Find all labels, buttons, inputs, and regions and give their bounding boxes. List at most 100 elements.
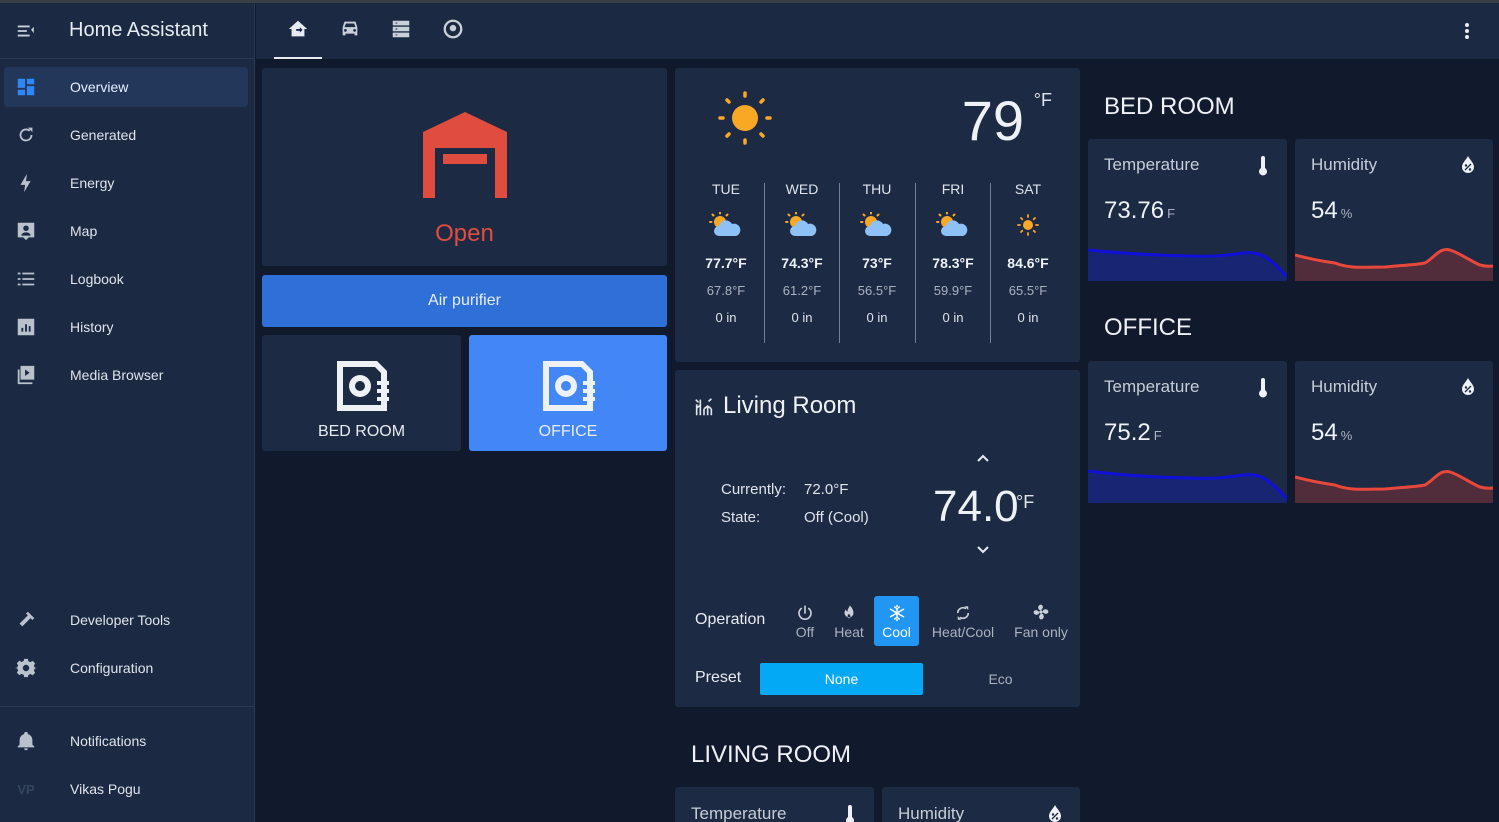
section-title-living-room: LIVING ROOM [691,741,852,768]
chart-box-icon [4,316,48,338]
office-temperature-card[interactable]: Temperature 75.2 F [1088,361,1287,503]
bed-room-temperature-card[interactable]: Temperature 73.76 F [1088,139,1287,281]
sensor-value: 54% [1311,419,1353,446]
purifier-office-card[interactable]: OFFICE [469,335,667,451]
sidebar-item-label: Configuration [70,660,154,676]
sunny-icon [990,205,1066,245]
robot-vacuum-icon [442,18,464,45]
sidebar-item-notifications[interactable]: Notifications [4,721,248,761]
purifier-name: OFFICE [538,423,598,440]
garage-state: Open [435,220,494,247]
preset-eco-button[interactable]: Eco [919,663,1082,695]
state-value: Off (Cool) [804,509,869,526]
gear-icon [4,657,48,679]
media-play-icon [4,364,48,386]
sidebar-item-user[interactable]: VP Vikas Pogu [4,769,248,809]
forecast-day: WED 74.3°F 61.2°F 0 in [764,181,840,325]
sensor-value: 54% [1311,197,1353,224]
tab-robot-vacuum[interactable] [427,3,479,59]
operation-label: Operation [695,611,766,628]
section-title-office: OFFICE [1104,314,1192,341]
server-icon [390,18,412,45]
sidebar-item-logbook[interactable]: Logbook [4,259,248,299]
menu-collapse-icon[interactable] [0,3,52,59]
sidebar-item-label: History [70,319,114,335]
office-humidity-card[interactable]: Humidity 54% [1295,361,1493,503]
weather-card[interactable]: 79 °F TUE 77.7°F 67.8°F 0 in WED 74.3°F … [675,68,1080,362]
thermostat-title: Living Room [723,392,857,419]
currently-value: 72.0°F [804,481,849,498]
operation-heat-cool-button[interactable]: Heat/Cool [926,596,1000,646]
humidity-history-graph [1295,469,1493,503]
user-name: Vikas Pogu [70,781,141,797]
sidebar-item-developer-tools[interactable]: Developer Tools [4,600,248,640]
operation-fan-only-button[interactable]: Fan only [1011,596,1071,646]
forecast-day: FRI 78.3°F 59.9°F 0 in [915,181,991,325]
autorenew-icon [926,596,1000,622]
refresh-icon [4,124,48,146]
dots-vertical-icon[interactable] [1455,19,1479,43]
temperature-history-graph [1088,248,1287,281]
chevron-up-icon[interactable] [975,450,991,471]
operation-heat-button[interactable]: Heat [829,596,869,646]
thermometer-icon [1257,156,1269,181]
living-room-temperature-card[interactable]: Temperature [675,787,874,822]
sidebar-item-history[interactable]: History [4,307,248,347]
avatar: VP [17,781,35,797]
bed-room-humidity-card[interactable]: Humidity 54% [1295,139,1493,281]
sidebar-item-map[interactable]: Map [4,211,248,251]
forecast-day: SAT 84.6°F 65.5°F 0 in [990,181,1066,325]
garage-door-card[interactable]: Open [262,68,667,266]
sensor-value: 75.2 F [1104,419,1162,446]
sensor-label: Temperature [1104,155,1200,174]
sidebar-item-energy[interactable]: Energy [4,163,248,203]
forecast-day: THU 73°F 56.5°F 0 in [839,181,915,325]
sensor-value: 73.76 F [1104,197,1176,224]
sidebar-item-label: Media Browser [70,367,164,383]
lightning-icon [4,172,48,194]
sensor-label: Humidity [1311,377,1378,396]
car-icon [339,18,361,45]
preset-none-button[interactable]: None [760,663,923,695]
air-purifier-icon [331,355,393,422]
thermometer-icon [1257,378,1269,403]
currently-label: Currently: [721,481,787,498]
forecast-day: TUE 77.7°F 67.8°F 0 in [688,181,764,325]
sidebar-item-label: Developer Tools [70,612,171,628]
humidity-history-graph [1295,247,1493,281]
sidebar-item-label: Logbook [70,271,124,287]
thermostat-card: Living Room Currently: 72.0°F State: Off… [675,370,1080,707]
sunny-icon [718,91,772,150]
air-purifier-button[interactable]: Air purifier [262,275,667,327]
sidebar-item-configuration[interactable]: Configuration [4,648,248,688]
water-percent-icon [1461,156,1475,179]
operation-cool-button[interactable]: Cool [874,596,919,646]
partly-cloudy-icon [764,205,840,245]
sidebar-item-label: Energy [70,175,115,191]
partly-cloudy-icon [915,205,991,245]
hammer-icon [4,609,48,631]
state-label: State: [721,509,761,526]
purifier-bed-room-card[interactable]: BED ROOM [262,335,461,451]
purifier-name: BED ROOM [317,423,406,440]
tab-car[interactable] [324,3,376,59]
garage-open-icon [423,112,507,203]
living-room-humidity-card[interactable]: Humidity [882,787,1080,822]
partly-cloudy-icon [688,205,764,245]
chevron-down-icon[interactable] [975,542,991,563]
tab-server[interactable] [375,3,427,59]
temperature-history-graph [1088,469,1287,503]
sidebar-item-overview[interactable]: Overview [4,67,248,107]
tab-home[interactable] [272,3,324,59]
dashboard-icon [4,76,48,98]
sensor-label: Humidity [898,804,965,822]
sidebar-header: Home Assistant [0,3,254,59]
partly-cloudy-icon [839,205,915,245]
sensor-label: Temperature [1104,377,1200,396]
sidebar-item-media-browser[interactable]: Media Browser [4,355,248,395]
temperature-unit: °F [1033,90,1052,110]
snowflake-icon [874,596,919,622]
sidebar-item-generated[interactable]: Generated [4,115,248,155]
operation-off-button[interactable]: Off [788,596,822,646]
sensor-label: Temperature [691,804,787,822]
